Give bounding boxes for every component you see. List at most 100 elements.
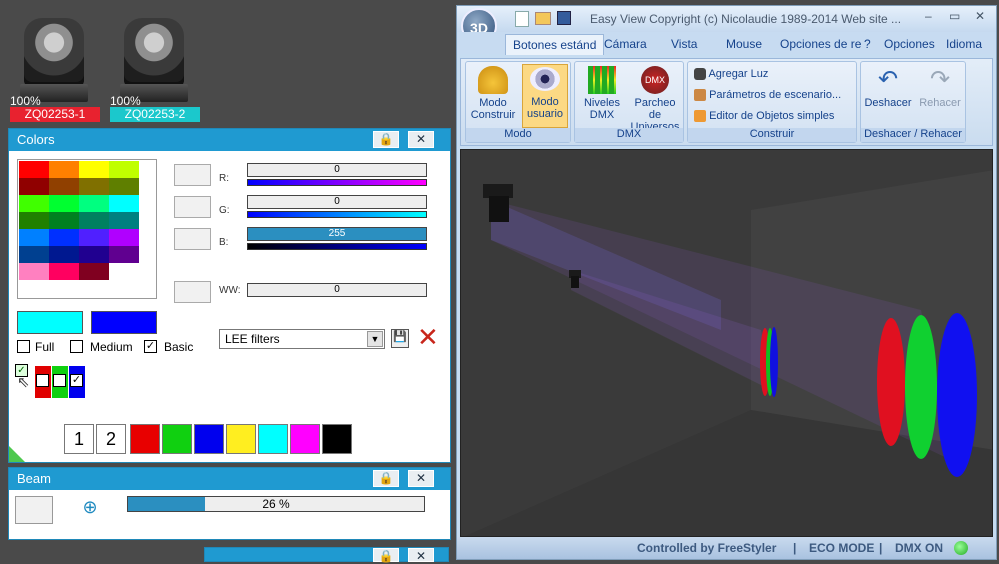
open-folder-icon[interactable] [535, 12, 551, 25]
zoom-target-icon[interactable]: ⊕ [79, 498, 101, 518]
color-swatch[interactable] [19, 212, 49, 229]
color-swatch-grid[interactable] [17, 159, 157, 299]
green-channel-toggle[interactable] [52, 366, 68, 398]
tab-mouse[interactable]: Mouse [719, 34, 769, 54]
color-swatch[interactable] [19, 195, 49, 212]
color-swatch[interactable] [79, 178, 109, 195]
color-swatch[interactable] [19, 161, 49, 178]
resize-corner-icon[interactable] [9, 446, 25, 462]
color-swatch[interactable] [79, 195, 109, 212]
modo-usuario-button[interactable]: Modo usuario [522, 64, 568, 128]
lock-icon[interactable]: 🔒 [373, 470, 399, 487]
close-icon[interactable]: ✕ [975, 9, 985, 23]
parcheo-universos-button[interactable]: DMX Parcheo de Universos [627, 66, 683, 133]
r-value[interactable]: 0 [247, 163, 427, 177]
fixture-1[interactable]: 100% ZQ02253-1 [10, 14, 100, 124]
tab-camara[interactable]: Cámara [597, 34, 654, 54]
fixture-2[interactable]: 100% ZQ02253-2 [110, 14, 200, 124]
filter-select-value: LEE filters [225, 332, 280, 346]
color-swatch[interactable] [19, 246, 49, 263]
preset-color-button[interactable] [226, 424, 256, 454]
lock-icon[interactable]: 🔒 [373, 131, 399, 148]
tab-idioma[interactable]: Idioma [939, 34, 989, 54]
maximize-icon[interactable]: ▭ [949, 9, 960, 23]
color-swatch[interactable] [79, 263, 109, 280]
ww-channel-button[interactable] [174, 281, 211, 303]
color-swatch[interactable] [19, 229, 49, 246]
b-gradient[interactable] [247, 243, 427, 250]
b-value[interactable]: 255 [247, 227, 427, 241]
color-swatch[interactable] [79, 229, 109, 246]
color-swatch[interactable] [109, 212, 139, 229]
green-channel-button[interactable] [174, 196, 211, 218]
cursor-checkbox-icon[interactable]: ✓ ⇖ [15, 364, 30, 394]
close-icon[interactable]: ✕ [408, 548, 434, 563]
red-channel-toggle[interactable] [35, 366, 51, 398]
color-swatch[interactable] [49, 178, 79, 195]
delete-icon[interactable]: ✕ [417, 324, 439, 350]
color-swatch[interactable] [49, 263, 79, 280]
save-icon[interactable]: 💾 [391, 329, 409, 348]
ribbon-tabs: Botones estánd Cámara Vista Mouse Opcion… [457, 32, 996, 55]
g-gradient[interactable] [247, 211, 427, 218]
color-swatch[interactable] [109, 195, 139, 212]
editor-objetos-button[interactable]: Editor de Objetos simples [694, 110, 834, 123]
color-swatch[interactable] [19, 178, 49, 195]
close-icon[interactable]: ✕ [408, 470, 434, 487]
tab-opciones-render[interactable]: Opciones de re [773, 34, 868, 54]
full-checkbox[interactable] [17, 340, 30, 353]
close-icon[interactable]: ✕ [408, 131, 434, 148]
color-swatch[interactable] [109, 178, 139, 195]
niveles-dmx-button[interactable]: Niveles DMX [579, 66, 625, 121]
new-file-icon[interactable] [515, 11, 529, 27]
color-swatch[interactable] [49, 246, 79, 263]
r-gradient[interactable] [247, 179, 427, 186]
beam-button[interactable] [15, 496, 53, 524]
preset-number-button[interactable]: 2 [96, 424, 126, 454]
color-swatch[interactable] [109, 229, 139, 246]
color-swatch[interactable] [49, 229, 79, 246]
color-preview-secondary[interactable] [91, 311, 157, 334]
color-swatch[interactable] [79, 161, 109, 178]
ww-value[interactable]: 0 [247, 283, 427, 297]
preset-color-button[interactable] [322, 424, 352, 454]
beam-progress[interactable]: 26 % [127, 496, 425, 512]
deshacer-button[interactable]: ↶ Deshacer [863, 66, 913, 109]
red-channel-button[interactable] [174, 164, 211, 186]
color-swatch[interactable] [109, 161, 139, 178]
preset-number-button[interactable]: 1 [64, 424, 94, 454]
color-swatch[interactable] [49, 161, 79, 178]
basic-checkbox[interactable]: ✓ [144, 340, 157, 353]
g-value[interactable]: 0 [247, 195, 427, 209]
preset-color-button[interactable] [194, 424, 224, 454]
tab-help[interactable]: ? [857, 34, 878, 54]
rehacer-button[interactable]: ↷ Rehacer [915, 66, 965, 109]
color-preview-primary[interactable] [17, 311, 83, 334]
chevron-down-icon[interactable]: ▼ [367, 331, 383, 347]
blue-channel-button[interactable] [174, 228, 211, 250]
filter-select[interactable]: LEE filters ▼ [219, 329, 385, 349]
color-swatch[interactable] [49, 195, 79, 212]
color-swatch[interactable] [19, 263, 49, 280]
save-icon[interactable] [557, 11, 571, 25]
lock-icon[interactable]: 🔒 [373, 548, 399, 563]
color-swatch[interactable] [79, 212, 109, 229]
preset-color-button[interactable] [290, 424, 320, 454]
preset-color-button[interactable] [258, 424, 288, 454]
color-swatch[interactable] [109, 263, 139, 280]
medium-checkbox[interactable] [70, 340, 83, 353]
modo-construir-button[interactable]: Modo Construir [470, 66, 516, 121]
blue-channel-toggle[interactable]: ✓ [69, 366, 85, 398]
color-swatch[interactable] [109, 246, 139, 263]
tab-vista[interactable]: Vista [664, 34, 704, 54]
color-swatch[interactable] [79, 246, 109, 263]
parametros-escenario-button[interactable]: Parámetros de escenario... [694, 89, 841, 102]
tab-botones[interactable]: Botones estánd [505, 34, 605, 55]
agregar-luz-button[interactable]: Agregar Luz [694, 68, 768, 81]
tab-opciones[interactable]: Opciones [877, 34, 942, 54]
3d-viewport[interactable] [460, 149, 993, 537]
color-swatch[interactable] [49, 212, 79, 229]
minimize-icon[interactable]: – [925, 9, 932, 23]
preset-color-button[interactable] [162, 424, 192, 454]
preset-color-button[interactable] [130, 424, 160, 454]
